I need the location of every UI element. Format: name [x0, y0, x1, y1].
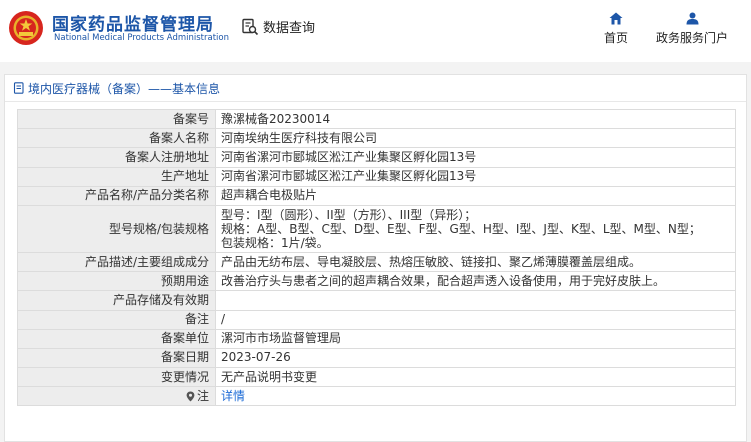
search-document-icon [242, 18, 259, 35]
user-icon [686, 12, 698, 25]
row-value-note: 详情 [215, 386, 736, 407]
basic-info-table: 备案号 豫漯械备20230014 备案人名称 河南埃纳生医疗科技有限公司 备案人… [17, 108, 736, 407]
row-value: 超声耦合电极贴片 [215, 185, 736, 206]
table-row: 生产地址 河南省漯河市郾城区淞江产业集聚区孵化园13号 [17, 166, 736, 187]
row-value: 河南省漯河市郾城区淞江产业集聚区孵化园13号 [215, 147, 736, 168]
table-row: 变更情况 无产品说明书变更 [17, 367, 736, 388]
row-value: 河南省漯河市郾城区淞江产业集聚区孵化园13号 [215, 166, 736, 187]
row-label: 产品存储及有效期 [17, 290, 216, 311]
nav-home[interactable]: 首页 [604, 12, 628, 46]
national-emblem-icon [9, 11, 43, 45]
row-value: 河南埃纳生医疗科技有限公司 [215, 128, 736, 149]
row-label: 备注 [17, 309, 216, 330]
row-value: 无产品说明书变更 [215, 367, 736, 388]
table-row: 预期用途 改善治疗头与患者之间的超声耦合效果，配合超声透入设备使用，用于完好皮肤… [17, 271, 736, 292]
data-query-link[interactable]: 数据查询 [241, 17, 315, 36]
brand-subtitle: National Medical Products Administration [54, 33, 229, 43]
spec-model-line: 型号：I型（圆形）、II型（方形）、III型（异形）； [221, 207, 477, 222]
row-label: 预期用途 [17, 271, 216, 292]
location-pin-icon [186, 391, 195, 402]
row-label: 变更情况 [17, 367, 216, 388]
row-label: 型号规格/包装规格 [17, 204, 216, 253]
row-value-multiline: 型号：I型（圆形）、II型（方形）、III型（异形）； 规格：A型、B型、C型、… [215, 204, 736, 253]
row-value: 改善治疗头与患者之间的超声耦合效果，配合超声透入设备使用，用于完好皮肤上。 [215, 271, 736, 292]
table-row: 产品名称/产品分类名称 超声耦合电极贴片 [17, 185, 736, 206]
home-icon [609, 12, 623, 25]
row-value: / [215, 309, 736, 330]
row-label: 备案人注册地址 [17, 147, 216, 168]
row-value: 产品由无纺布层、导电凝胶层、热熔压敏胶、链接扣、聚乙烯薄膜覆盖层组成。 [215, 251, 736, 273]
brand-title: 国家药品监督管理局 [52, 15, 214, 35]
panel-title-text: 境内医疗器械（备案）——基本信息 [28, 81, 221, 96]
row-label: 备案人名称 [17, 128, 216, 149]
details-link[interactable]: 详情 [221, 389, 245, 403]
row-value: 豫漯械备20230014 [215, 108, 736, 130]
row-label: 备案日期 [17, 347, 216, 369]
row-value: 2023-07-26 [215, 347, 736, 369]
nav-portal-label: 政务服务门户 [656, 31, 729, 45]
row-value: 漯河市市场监督管理局 [215, 328, 736, 349]
table-row: 备案日期 2023-07-26 [17, 347, 736, 369]
table-row: 产品存储及有效期 [17, 290, 736, 311]
row-label: 产品描述/主要组成成分 [17, 251, 216, 273]
table-row: 备案人注册地址 河南省漯河市郾城区淞江产业集聚区孵化园13号 [17, 147, 736, 168]
row-label-note: 注 [17, 386, 216, 407]
table-row: 型号规格/包装规格 型号：I型（圆形）、II型（方形）、III型（异形）； 规格… [17, 204, 736, 253]
site-header: 国家药品监督管理局 National Medical Products Admi… [0, 0, 751, 62]
table-row: 产品描述/主要组成成分 产品由无纺布层、导电凝胶层、热熔压敏胶、链接扣、聚乙烯薄… [17, 251, 736, 273]
table-row: 备注 / [17, 309, 736, 330]
row-label: 生产地址 [17, 166, 216, 187]
row-label: 备案号 [17, 108, 216, 130]
spec-size-line: 规格：A型、B型、C型、D型、E型、F型、G型、H型、I型、J型、K型、L型、M… [221, 221, 701, 236]
row-label: 产品名称/产品分类名称 [17, 185, 216, 206]
table-row: 备案号 豫漯械备20230014 [17, 108, 736, 130]
panel-title: 境内医疗器械（备案）——基本信息 [5, 75, 746, 102]
document-icon [13, 82, 24, 94]
row-label: 备案单位 [17, 328, 216, 349]
table-row: 注 详情 [17, 386, 736, 407]
spec-package-line: 包装规格：1片/袋。 [221, 235, 329, 250]
nav-home-label: 首页 [604, 31, 629, 45]
detail-panel: 境内医疗器械（备案）——基本信息 备案号 豫漯械备20230014 备案人名称 … [4, 74, 747, 442]
note-label-text: 注 [196, 388, 209, 403]
table-row: 备案人名称 河南埃纳生医疗科技有限公司 [17, 128, 736, 149]
table-row: 备案单位 漯河市市场监督管理局 [17, 328, 736, 349]
row-value [215, 290, 736, 311]
data-query-label: 数据查询 [263, 21, 316, 36]
nav-service-portal[interactable]: 政务服务门户 [656, 12, 728, 46]
